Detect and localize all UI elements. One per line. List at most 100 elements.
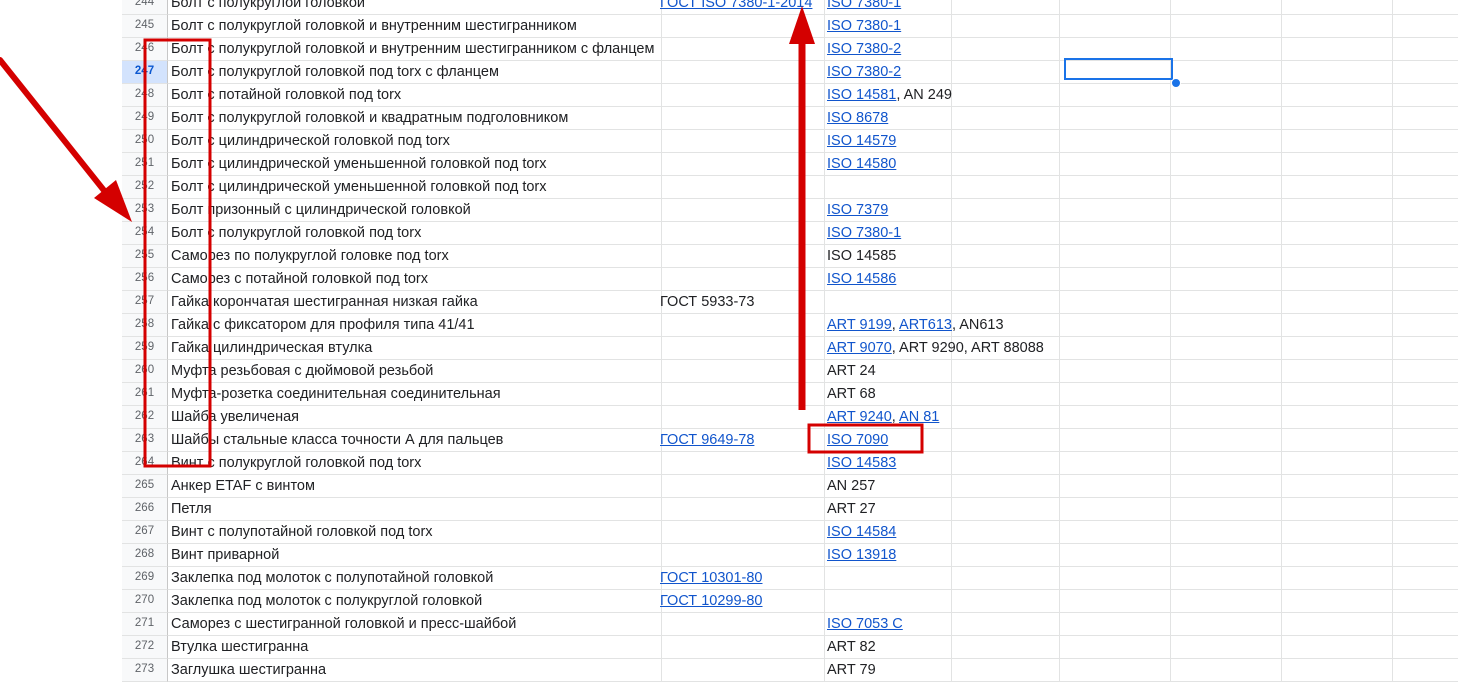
cell-gost[interactable]: ГОСТ 9649-78	[659, 429, 825, 452]
row-header[interactable]: 254	[122, 222, 168, 245]
empty-cell[interactable]	[1393, 360, 1458, 383]
cell-name[interactable]: Болт с цилиндрической головкой под torx	[168, 130, 662, 153]
empty-cell[interactable]	[1060, 15, 1171, 38]
cell-gost[interactable]	[659, 245, 825, 268]
empty-cell[interactable]	[1393, 590, 1458, 613]
cell-iso[interactable]	[824, 176, 952, 199]
cell-name[interactable]: Саморез по полукруглой головке под torx	[168, 245, 662, 268]
empty-cell[interactable]	[1282, 613, 1393, 636]
cell-iso[interactable]: ISO 7053 C	[824, 613, 952, 636]
cell-iso[interactable]	[824, 567, 952, 590]
row-header[interactable]: 268	[122, 544, 168, 567]
cell-name[interactable]: Шайба увеличеная	[168, 406, 662, 429]
empty-cell[interactable]	[1171, 84, 1282, 107]
empty-cell[interactable]	[1060, 452, 1171, 475]
empty-cell[interactable]	[1060, 0, 1171, 15]
empty-cell[interactable]	[949, 176, 1060, 199]
cell-gost[interactable]: ГОСТ ISO 7380-1-2014	[659, 0, 825, 15]
row-header[interactable]: 263	[122, 429, 168, 452]
cell-iso[interactable]: ISO 7380-1	[824, 15, 952, 38]
empty-cell[interactable]	[1171, 613, 1282, 636]
link-standard[interactable]: ART613	[899, 317, 952, 333]
empty-cell[interactable]	[1171, 452, 1282, 475]
empty-cell[interactable]	[1282, 61, 1393, 84]
cell-gost[interactable]	[659, 636, 825, 659]
cell-gost[interactable]	[659, 84, 825, 107]
cell-name[interactable]: Болт призонный с цилиндрической головкой	[168, 199, 662, 222]
empty-cell[interactable]	[1282, 153, 1393, 176]
cell-name[interactable]: Болт с полукруглой головкой и внутренним…	[168, 38, 662, 61]
empty-cell[interactable]	[1393, 475, 1458, 498]
cell-gost[interactable]	[659, 222, 825, 245]
empty-cell[interactable]	[1282, 0, 1393, 15]
empty-cell[interactable]	[1393, 15, 1458, 38]
cell-iso[interactable]	[824, 590, 952, 613]
row-header[interactable]: 273	[122, 659, 168, 682]
cell-iso[interactable]: ISO 14586	[824, 268, 952, 291]
empty-cell[interactable]	[1060, 429, 1171, 452]
empty-cell[interactable]	[1282, 360, 1393, 383]
empty-cell[interactable]	[1282, 107, 1393, 130]
link-standard[interactable]: ГОСТ ISO 7380-1-2014	[660, 0, 812, 11]
cell-gost[interactable]	[659, 130, 825, 153]
empty-cell[interactable]	[1171, 475, 1282, 498]
empty-cell[interactable]	[1393, 521, 1458, 544]
cell-gost[interactable]	[659, 15, 825, 38]
empty-cell[interactable]	[1171, 153, 1282, 176]
empty-cell[interactable]	[1282, 199, 1393, 222]
active-cell-selection[interactable]	[1064, 58, 1173, 80]
cell-gost[interactable]: ГОСТ 5933-73	[659, 291, 825, 314]
link-standard[interactable]: ISO 7090	[827, 432, 888, 448]
cell-gost[interactable]	[659, 406, 825, 429]
cell-name[interactable]: Заклепка под молоток с полупотайной голо…	[168, 567, 662, 590]
empty-cell[interactable]	[1171, 268, 1282, 291]
row-header[interactable]: 249	[122, 107, 168, 130]
link-standard[interactable]: ГОСТ 9649-78	[660, 432, 754, 448]
empty-cell[interactable]	[1060, 130, 1171, 153]
cell-iso[interactable]: ISO 7380-1	[824, 0, 952, 15]
cell-name[interactable]: Гайка цилиндрическая втулка	[168, 337, 662, 360]
empty-cell[interactable]	[1393, 291, 1458, 314]
empty-cell[interactable]	[1171, 429, 1282, 452]
link-standard[interactable]: ISO 7380-1	[827, 0, 901, 11]
cell-gost[interactable]	[659, 153, 825, 176]
link-standard[interactable]: ISO 7380-1	[827, 225, 901, 241]
cell-name[interactable]: Болт с полукруглой головкой под torx с ф…	[168, 61, 662, 84]
empty-cell[interactable]	[1282, 475, 1393, 498]
cell-name[interactable]: Винт с полукруглой головкой под torx	[168, 452, 662, 475]
empty-cell[interactable]	[1393, 0, 1458, 15]
cell-name[interactable]: Гайка с фиксатором для профиля типа 41/4…	[168, 314, 662, 337]
empty-cell[interactable]	[1171, 659, 1282, 682]
empty-cell[interactable]	[1060, 521, 1171, 544]
empty-cell[interactable]	[1171, 314, 1282, 337]
link-standard[interactable]: ISO 7380-1	[827, 18, 901, 34]
empty-cell[interactable]	[949, 130, 1060, 153]
cell-name[interactable]: Заклепка под молоток с полукруглой голов…	[168, 590, 662, 613]
empty-cell[interactable]	[1060, 498, 1171, 521]
empty-cell[interactable]	[1282, 84, 1393, 107]
empty-cell[interactable]	[1171, 15, 1282, 38]
row-header[interactable]: 245	[122, 15, 168, 38]
cell-gost[interactable]: ГОСТ 10301-80	[659, 567, 825, 590]
empty-cell[interactable]	[1171, 567, 1282, 590]
cell-gost[interactable]	[659, 360, 825, 383]
row-header[interactable]: 257	[122, 291, 168, 314]
cell-iso[interactable]: ART 79	[824, 659, 952, 682]
cell-gost[interactable]	[659, 475, 825, 498]
cell-iso[interactable]: ART 82	[824, 636, 952, 659]
empty-cell[interactable]	[1393, 61, 1458, 84]
empty-cell[interactable]	[1282, 498, 1393, 521]
cell-iso[interactable]: ISO 7380-2	[824, 38, 952, 61]
empty-cell[interactable]	[1060, 659, 1171, 682]
row-header[interactable]: 246	[122, 38, 168, 61]
link-standard[interactable]: AN 81	[899, 409, 939, 425]
link-standard[interactable]: ART 9070	[827, 340, 892, 356]
empty-cell[interactable]	[1171, 406, 1282, 429]
empty-cell[interactable]	[1060, 314, 1171, 337]
cell-iso[interactable]: ART 24	[824, 360, 952, 383]
empty-cell[interactable]	[1393, 176, 1458, 199]
empty-cell[interactable]	[1060, 222, 1171, 245]
cell-name[interactable]: Болт с потайной головкой под torx	[168, 84, 662, 107]
empty-cell[interactable]	[1171, 498, 1282, 521]
link-standard[interactable]: ART 9199	[827, 317, 892, 333]
